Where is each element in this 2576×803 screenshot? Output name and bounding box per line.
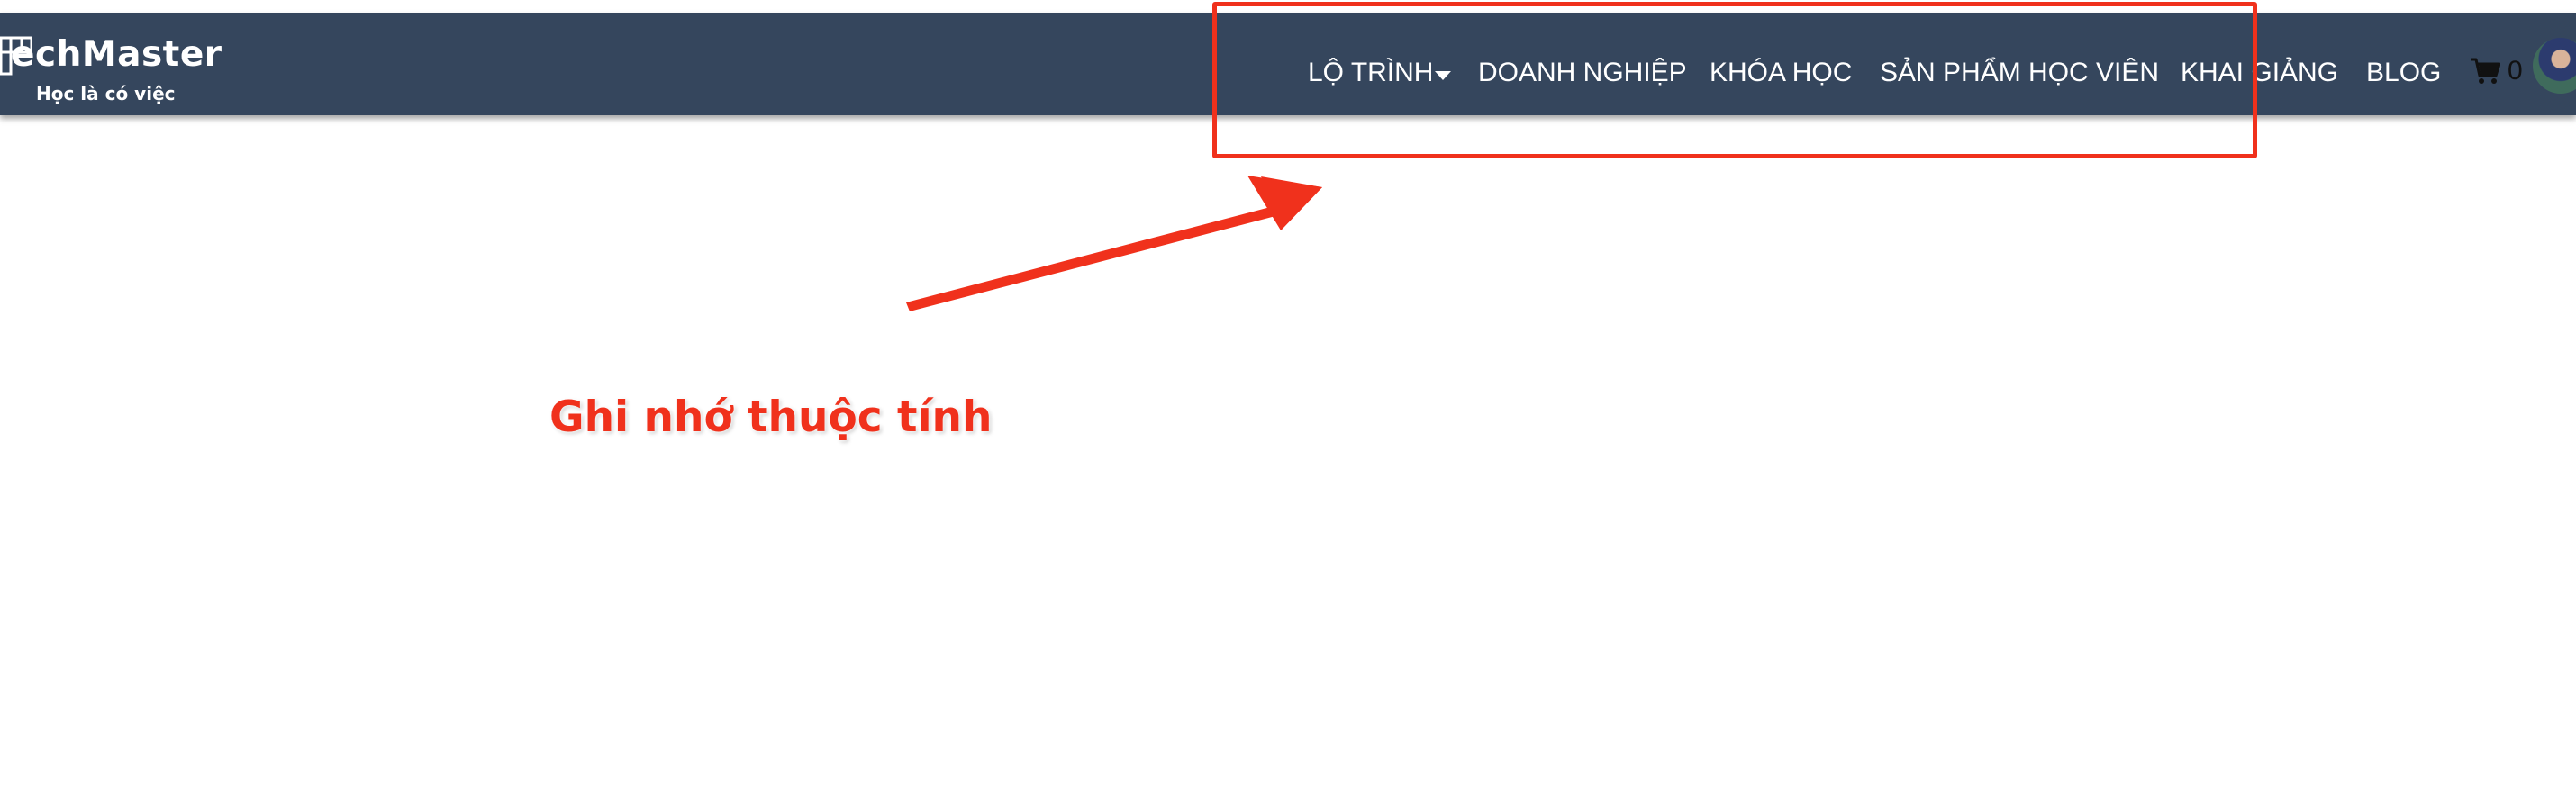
- annotation-text: Ghi nhớ thuộc tính: [549, 392, 993, 442]
- brand-tagline: Học là có việc: [36, 83, 176, 104]
- cart-button[interactable]: 0: [2470, 56, 2523, 86]
- annotation-highlight-box: [1212, 2, 2257, 158]
- nav-item-blog[interactable]: BLOG: [2366, 58, 2441, 88]
- cart-count: 0: [2508, 56, 2523, 86]
- techmaster-logo[interactable]: echMaster Học là có việc: [0, 23, 222, 106]
- page: echMaster Học là có việc LỘ TRÌNH DOANH …: [0, 0, 2576, 803]
- user-avatar[interactable]: [2533, 38, 2576, 94]
- nav-item-label: BLOG: [2366, 58, 2442, 87]
- shopping-cart-icon: [2471, 58, 2500, 84]
- brand-name: echMaster: [11, 34, 222, 75]
